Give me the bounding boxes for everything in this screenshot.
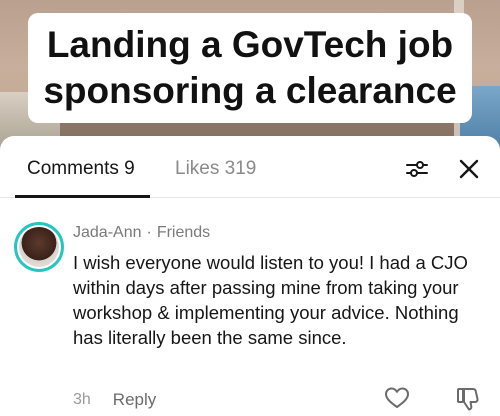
comment-item: Jada-Ann · Friends I wish everyone would l… bbox=[0, 198, 500, 416]
author-separator: · bbox=[146, 224, 152, 241]
comment-text: I wish everyone would listen to you! I h… bbox=[73, 252, 468, 348]
avatar[interactable] bbox=[14, 222, 64, 272]
caption-line-2: sponsoring a clearance bbox=[43, 70, 457, 111]
tab-bar: Comments 9 Likes 319 bbox=[0, 136, 500, 198]
sliders-icon[interactable] bbox=[404, 156, 430, 182]
caption-line-1: Landing a GovTech job bbox=[46, 24, 454, 65]
reply-button[interactable]: Reply bbox=[113, 390, 156, 410]
comment-meta: 3h Reply bbox=[73, 390, 156, 410]
close-icon[interactable] bbox=[456, 156, 482, 182]
comment-time: 3h bbox=[73, 391, 91, 408]
tab-likes[interactable]: Likes 319 bbox=[175, 158, 256, 180]
heart-icon[interactable] bbox=[384, 386, 410, 410]
comments-sheet: Comments 9 Likes 319 Jada-Ann · Friends I … bbox=[0, 136, 500, 416]
comment-relation: Friends bbox=[156, 224, 211, 241]
comment-author-line: Jada-Ann · Friends bbox=[73, 224, 210, 242]
video-caption: Landing a GovTech job sponsoring a clear… bbox=[28, 13, 472, 123]
avatar-image bbox=[19, 227, 59, 267]
thumbs-down-icon[interactable] bbox=[455, 386, 481, 412]
tab-comments[interactable]: Comments 9 bbox=[27, 158, 135, 180]
comment-author[interactable]: Jada-Ann bbox=[73, 224, 142, 241]
